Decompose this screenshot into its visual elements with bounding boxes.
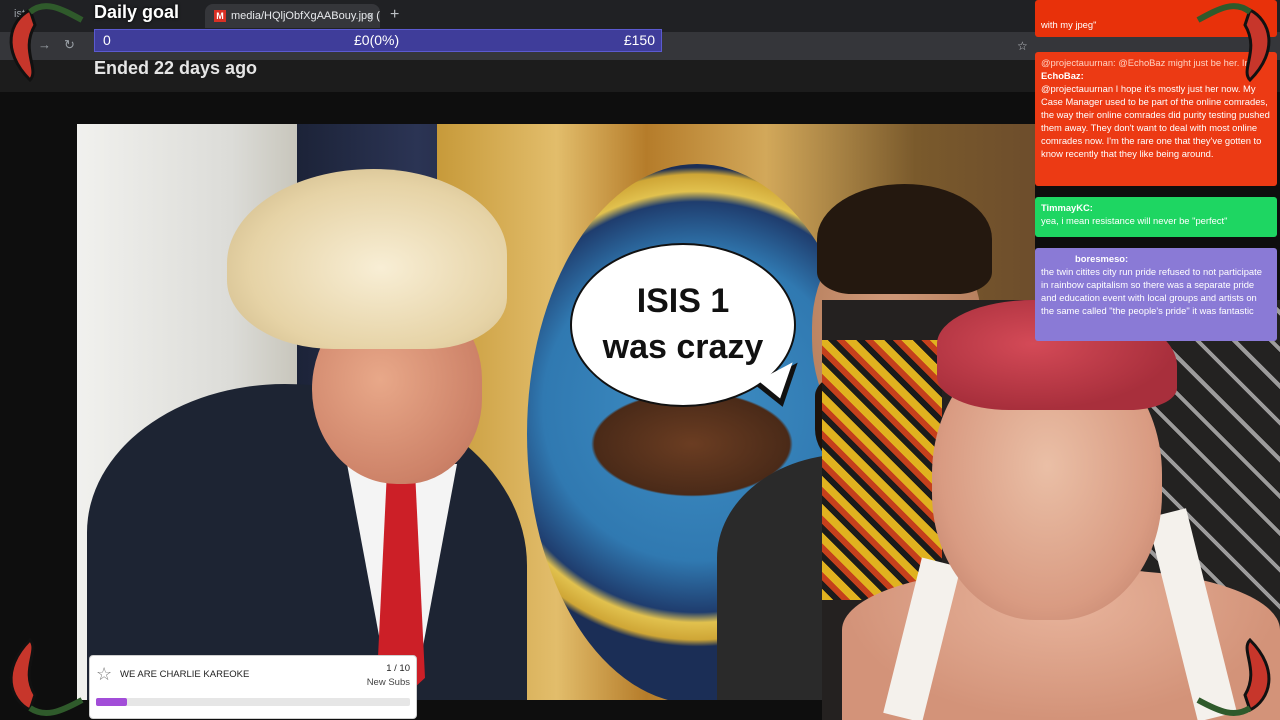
daily-goal-current: £0(0%) [354, 32, 400, 48]
chat-message-timmay: TimmayKC: yea, i mean resistance will ne… [1035, 197, 1277, 237]
chilli-pepper-icon [1196, 637, 1271, 717]
sub-goal-title: WE ARE CHARLIE KAREOKE [120, 669, 250, 680]
daily-goal-min: 0 [103, 32, 111, 48]
bookmark-star-icon[interactable]: ☆ [1017, 39, 1028, 53]
left-person-hair [227, 169, 507, 349]
sub-goal-progress-track [96, 698, 410, 706]
chilli-pepper-icon [1196, 3, 1271, 83]
right-person-hair [817, 184, 992, 294]
active-tab-label: media/HQljObfXgAABouy.jpg ( [231, 10, 380, 22]
sub-goal-widget: ☆ WE ARE CHARLIE KAREOKE 1 / 10 New Subs [89, 655, 417, 719]
chat-username: boresmeso: [1075, 253, 1129, 264]
close-tab-icon[interactable]: × [367, 4, 374, 28]
daily-goal-status: Ended 22 days ago [94, 58, 258, 78]
chilli-pepper-icon [9, 637, 84, 717]
new-tab-button[interactable]: + [390, 6, 399, 24]
stream-screen: ist M media/HQljObfXgAABouy.jpg ( × + → … [0, 0, 1280, 720]
active-tab[interactable]: M media/HQljObfXgAABouy.jpg ( × [205, 4, 380, 28]
chat-message-boresmeso: boresmeso: the twin citites city run pri… [1035, 248, 1277, 341]
favicon-icon: M [214, 10, 226, 22]
daily-goal-max: £150 [623, 32, 655, 48]
speech-bubble-line2: was crazy [602, 328, 764, 366]
chat-username: TimmayKC: [1041, 202, 1093, 213]
chat-message-text: yea, i mean resistance will never be "pe… [1041, 215, 1228, 226]
daily-goal-title: Daily goal [94, 2, 180, 22]
daily-goal-bar: 0 £0(0%) £150 [94, 29, 662, 52]
chat-message-text: the twin citites city run pride refused … [1041, 266, 1262, 316]
speech-bubble-line1: ISIS 1 [636, 282, 730, 320]
chilli-pepper-icon [9, 3, 84, 83]
sub-goal-count: 1 / 10 [386, 663, 410, 674]
chat-message-text: @projectauurnan I hope it's mostly just … [1041, 83, 1270, 159]
sub-goal-progress-fill [96, 698, 128, 706]
sub-goal-label: New Subs [366, 677, 410, 688]
star-badge-icon: ☆ [96, 664, 113, 684]
